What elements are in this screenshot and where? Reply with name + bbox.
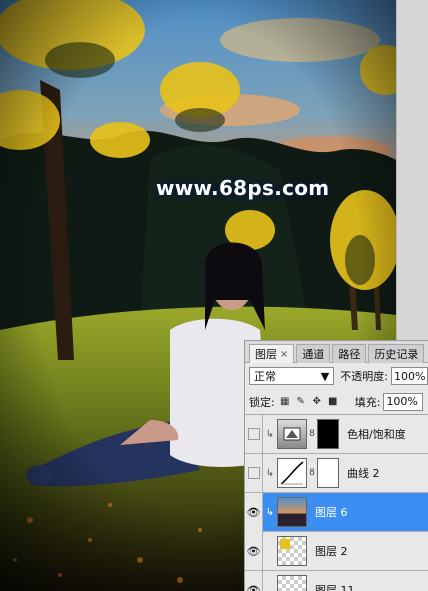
layer-name: 曲线 2 [347, 467, 380, 480]
tab-channels[interactable]: 通道 [296, 344, 331, 363]
hue-saturation-icon [283, 427, 301, 441]
lock-label: 锁定: [249, 395, 275, 409]
layer-mask-thumbnail[interactable] [317, 458, 339, 488]
layer-11-thumbnail [277, 575, 307, 591]
layers-panel: 图层 × 通道 路径 历史记录 正常 ▼ 不透明度: 100% 锁定: ▦ ✎ … [244, 340, 428, 591]
tab-paths[interactable]: 路径 [332, 344, 367, 363]
layer-row-hue-saturation[interactable]: ↳ 8 色相/饱和度 [245, 414, 428, 454]
opacity-label: 不透明度: [340, 370, 388, 383]
fill-label: 填充: [354, 395, 381, 409]
lock-all-icon[interactable]: ■ [327, 396, 339, 408]
layer-row-layer-11[interactable]: 👁 图层 11 [245, 570, 428, 591]
layer-name: 图层 11 [315, 584, 355, 591]
clip-arrow-icon: ↳ [265, 428, 275, 440]
lock-fill-row: 锁定: ▦ ✎ ✥ ■ 填充: 100% [245, 389, 428, 415]
tab-layers[interactable]: 图层 × [249, 344, 295, 363]
eye-icon: 👁 [246, 544, 261, 558]
blend-opacity-row: 正常 ▼ 不透明度: 100% [245, 363, 428, 389]
tab-history[interactable]: 历史记录 [368, 344, 425, 363]
blend-mode-value: 正常 [254, 370, 276, 383]
visibility-toggle[interactable]: 👁 [245, 570, 263, 591]
lock-brush-icon[interactable]: ✎ [295, 396, 307, 408]
tab-channels-label: 通道 [302, 348, 325, 361]
layer-row-layer-2[interactable]: 👁 图层 2 [245, 531, 428, 571]
opacity-input[interactable]: 100% [390, 367, 428, 385]
layer-list: ↳ 8 色相/饱和度 ↳ 8 曲线 2 👁 ↳ 图层 6 👁 图层 2 👁 图层… [245, 414, 428, 591]
chevron-down-icon: ▼ [320, 369, 330, 383]
tab-history-label: 历史记录 [374, 348, 419, 361]
canvas-scrollbar[interactable] [396, 0, 428, 340]
watermark-text: www.68ps.com [156, 176, 330, 200]
eye-icon: 👁 [246, 505, 261, 519]
hue-saturation-thumbnail [277, 419, 307, 449]
clip-arrow-icon: ↳ [265, 467, 275, 479]
fill-input[interactable]: 100% [383, 392, 424, 411]
close-icon[interactable]: × [280, 349, 288, 360]
layer-2-thumbnail [277, 536, 307, 566]
link-icon[interactable]: 8 [307, 468, 317, 478]
layer-name: 色相/饱和度 [347, 428, 406, 441]
link-icon[interactable]: 8 [307, 429, 317, 439]
eye-icon: 👁 [246, 583, 261, 591]
layer-mask-thumbnail[interactable] [317, 419, 339, 449]
lock-transparency-icon[interactable]: ▦ [279, 396, 291, 408]
tab-paths-label: 路径 [338, 348, 361, 361]
panel-tabs: 图层 × 通道 路径 历史记录 [245, 341, 428, 363]
layer-name: 图层 6 [315, 506, 348, 519]
curves-icon [280, 461, 304, 485]
hidden-box-icon [247, 428, 260, 440]
layer-row-curves-2[interactable]: ↳ 8 曲线 2 [245, 453, 428, 493]
lock-icons: ▦ ✎ ✥ ■ [279, 396, 339, 408]
curves-thumbnail [277, 458, 307, 488]
hidden-box-icon [247, 467, 260, 479]
layer-row-layer-6[interactable]: 👁 ↳ 图层 6 [245, 492, 428, 532]
layer-name: 图层 2 [315, 545, 348, 558]
tab-layers-label: 图层 [255, 348, 277, 361]
lock-move-icon[interactable]: ✥ [311, 396, 323, 408]
visibility-toggle[interactable]: 👁 [245, 531, 263, 571]
visibility-toggle[interactable]: 👁 [245, 492, 263, 532]
clip-arrow-icon: ↳ [265, 506, 275, 518]
blend-mode-select[interactable]: 正常 ▼ [249, 367, 335, 385]
layer-6-thumbnail [277, 497, 307, 527]
visibility-toggle[interactable] [245, 453, 263, 493]
visibility-toggle[interactable] [245, 414, 263, 454]
